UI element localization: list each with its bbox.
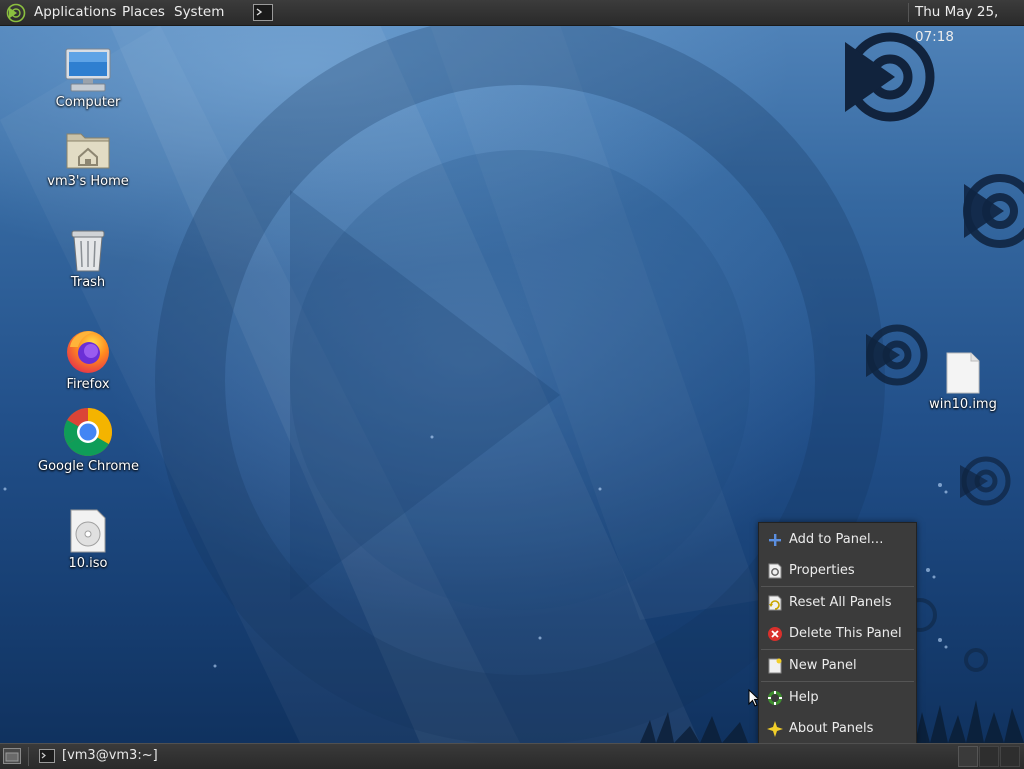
desktop-icon-computer[interactable]: Computer bbox=[38, 47, 138, 110]
new-panel-icon bbox=[768, 658, 782, 674]
distro-logo-icon[interactable] bbox=[6, 3, 26, 23]
trash-icon bbox=[71, 230, 105, 272]
workspace-switcher[interactable] bbox=[958, 746, 1022, 767]
reset-icon bbox=[768, 595, 782, 611]
delete-icon bbox=[768, 627, 782, 641]
workspace-1[interactable] bbox=[958, 746, 978, 767]
home-folder-icon bbox=[66, 133, 110, 169]
taskbar-button-terminal[interactable]: [vm3@vm3:~] bbox=[34, 745, 274, 767]
menu-system[interactable]: System bbox=[174, 0, 224, 25]
menu-separator bbox=[761, 586, 914, 587]
menu-separator bbox=[761, 649, 914, 650]
menu-item-label: Help bbox=[789, 690, 819, 705]
workspace-2[interactable] bbox=[979, 746, 999, 767]
menu-separator bbox=[761, 681, 914, 682]
workspace-3[interactable] bbox=[1000, 746, 1020, 767]
show-desktop-icon[interactable] bbox=[3, 748, 21, 764]
computer-icon bbox=[65, 48, 111, 92]
menu-item-about-panels[interactable]: About Panels bbox=[760, 714, 915, 744]
menu-item-label: New Panel bbox=[789, 658, 857, 673]
menu-item-delete-this-panel[interactable]: Delete This Panel bbox=[760, 619, 915, 649]
menu-item-properties[interactable]: Properties bbox=[760, 556, 915, 586]
menu-item-new-panel[interactable]: New Panel bbox=[760, 651, 915, 681]
menu-applications[interactable]: Applications bbox=[34, 0, 116, 25]
desktop-icon-trash[interactable]: Trash bbox=[38, 229, 138, 290]
desktop-icon-firefox[interactable]: Firefox bbox=[38, 327, 138, 392]
desktop-icon-label: 10.iso bbox=[68, 556, 108, 571]
disc-image-icon bbox=[70, 509, 106, 553]
bottom-panel: [vm3@vm3:~] bbox=[0, 743, 1024, 769]
help-icon bbox=[768, 691, 782, 705]
desktop-icon-label: Trash bbox=[70, 275, 106, 290]
menu-item-reset-all-panels[interactable]: Reset All Panels bbox=[760, 588, 915, 618]
taskbar-button-label: [vm3@vm3:~] bbox=[62, 748, 158, 763]
desktop-icon-label: Firefox bbox=[66, 377, 110, 392]
firefox-icon bbox=[67, 331, 109, 373]
about-icon bbox=[767, 721, 783, 737]
file-icon bbox=[946, 352, 980, 394]
desktop-icon-label: Computer bbox=[55, 95, 121, 110]
desktop-icon-home[interactable]: vm3's Home bbox=[38, 128, 138, 189]
desktop-icon-10iso[interactable]: 10.iso bbox=[38, 508, 138, 571]
menu-item-label: Reset All Panels bbox=[789, 595, 892, 610]
desktop-icon-win10img[interactable]: win10.img bbox=[913, 351, 1013, 412]
terminal-icon bbox=[39, 749, 55, 763]
plus-icon bbox=[769, 534, 781, 546]
panel-separator bbox=[28, 747, 29, 766]
chrome-icon bbox=[63, 408, 113, 457]
panel-context-menu: Add to Panel… Properties Reset All Panel… bbox=[758, 522, 917, 744]
panel-separator bbox=[908, 3, 909, 22]
clock[interactable]: Thu May 25, 07:18 bbox=[915, 0, 1024, 45]
desktop-icon-label: Google Chrome bbox=[38, 459, 139, 474]
menu-item-label: About Panels bbox=[789, 721, 874, 736]
desktop-icon-label: win10.img bbox=[929, 397, 997, 412]
menu-item-label: Add to Panel… bbox=[789, 532, 884, 547]
menu-item-label: Properties bbox=[789, 563, 855, 578]
top-panel: Applications Places System Thu May 25, 0… bbox=[0, 0, 1024, 45]
desktop-icon-chrome[interactable]: Google Chrome bbox=[38, 407, 139, 474]
properties-icon bbox=[768, 563, 782, 579]
menu-item-help[interactable]: Help bbox=[760, 683, 915, 713]
desktop-icon-label: vm3's Home bbox=[47, 174, 129, 189]
menu-item-label: Delete This Panel bbox=[789, 626, 902, 641]
menu-places[interactable]: Places bbox=[122, 0, 165, 25]
menu-item-add-to-panel[interactable]: Add to Panel… bbox=[760, 525, 915, 555]
terminal-launcher-icon[interactable] bbox=[253, 4, 273, 21]
